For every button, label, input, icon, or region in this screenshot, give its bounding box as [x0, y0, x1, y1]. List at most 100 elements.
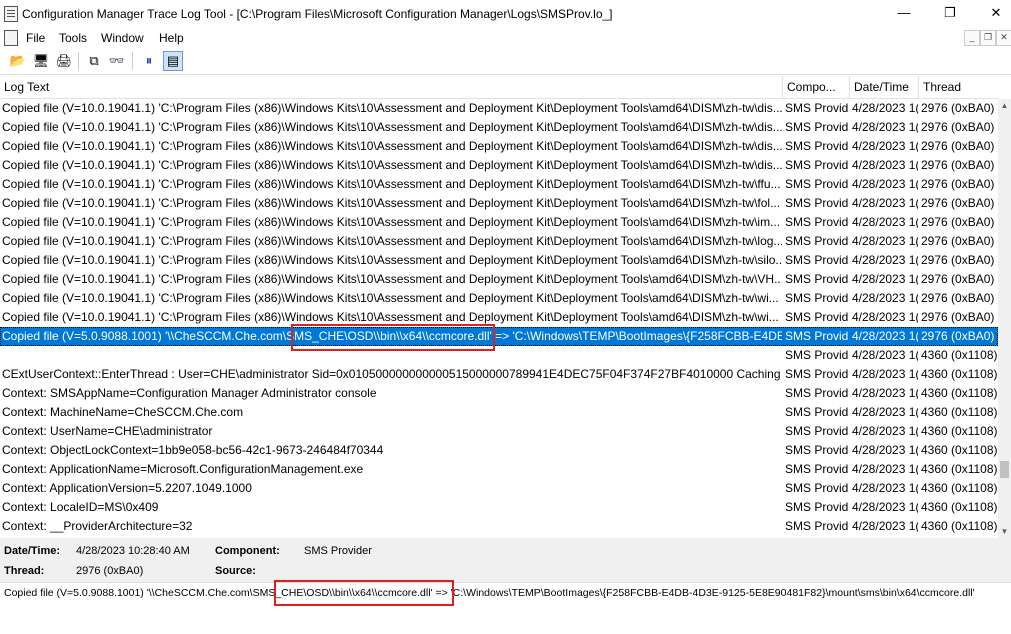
table-row[interactable]: Copied file (V=5.0.9088.1001) '\\CheSCCM… [0, 327, 998, 346]
table-row[interactable]: Copied file (V=10.0.19041.1) 'C:\Program… [0, 137, 998, 156]
cell-thread: 2976 (0xBA0) [921, 329, 995, 343]
toolbar: 📂 🖥 🖨 ⧉ 👓 ⏸ ▤ [0, 48, 1011, 75]
cell-component: SMS Provid [785, 500, 849, 514]
cell-log-text: Copied file (V=10.0.19041.1) 'C:\Program… [2, 120, 782, 134]
table-row[interactable]: Copied file (V=10.0.19041.1) 'C:\Program… [0, 308, 998, 327]
table-row[interactable]: CExtUserContext::EnterThread : User=CHE\… [0, 365, 998, 384]
cell-datetime: 4/28/2023 1( [852, 500, 918, 514]
pause-icon[interactable]: ⏸ [139, 51, 159, 71]
table-row[interactable]: Copied file (V=10.0.19041.1) 'C:\Program… [0, 118, 998, 137]
cell-component: SMS Provid [785, 348, 849, 362]
cell-log-text: Context: SMSAppName=Configuration Manage… [2, 386, 377, 400]
cell-datetime: 4/28/2023 1( [852, 519, 918, 533]
menu-file[interactable]: File [22, 29, 49, 47]
cell-datetime: 4/28/2023 1( [852, 291, 918, 305]
cell-log-text: Copied file (V=10.0.19041.1) 'C:\Program… [2, 158, 782, 172]
menu-window[interactable]: Window [97, 29, 148, 47]
scroll-thumb[interactable] [1000, 461, 1009, 478]
column-header-component[interactable]: Compo... [783, 76, 850, 98]
cell-datetime: 4/28/2023 1( [852, 101, 918, 115]
cell-component: SMS Provid [785, 329, 849, 343]
cell-log-text: Context: ApplicationName=Microsoft.Confi… [2, 462, 364, 476]
window-title: Configuration Manager Trace Log Tool - [… [22, 7, 613, 21]
cell-component: SMS Provid [785, 443, 849, 457]
cell-thread: 2976 (0xBA0) [921, 139, 995, 153]
message-pane[interactable]: Copied file (V=5.0.9088.1001) '\\CheSCCM… [0, 580, 1011, 634]
table-row[interactable]: Context: LocaleID=MS\0x409 SMS Provid 4/28… [0, 498, 998, 517]
cell-log-text: Copied file (V=10.0.19041.1) 'C:\Program… [2, 291, 779, 305]
table-row[interactable]: Copied file (V=10.0.19041.1) 'C:\Program… [0, 213, 998, 232]
cell-log-text: Copied file (V=5.0.9088.1001) '\\CheSCCM… [2, 329, 782, 343]
table-row[interactable]: SMS Provid 4/28/2023 1(4360 (0x1108) [0, 346, 998, 365]
mdi-close-button[interactable]: ✕ [996, 30, 1011, 46]
cell-thread: 2976 (0xBA0) [921, 272, 995, 286]
cell-datetime: 4/28/2023 1( [852, 405, 918, 419]
restore-button[interactable]: ❐ [930, 3, 970, 25]
table-row[interactable]: Context: ApplicationName=Microsoft.Confi… [0, 460, 998, 479]
cell-log-text: Copied file (V=10.0.19041.1) 'C:\Program… [2, 272, 782, 286]
scroll-down-icon[interactable]: ▼ [998, 525, 1011, 539]
table-row[interactable]: Copied file (V=10.0.19041.1) 'C:\Program… [0, 289, 998, 308]
component-label: Component: [215, 545, 280, 557]
scroll-up-icon[interactable]: ▲ [998, 99, 1011, 113]
datetime-value: 4/28/2023 10:28:40 AM [76, 545, 190, 557]
table-row[interactable]: Copied file (V=10.0.19041.1) 'C:\Program… [0, 175, 998, 194]
cell-thread: 2976 (0xBA0) [921, 120, 995, 134]
table-row[interactable]: Context: UserName=CHE\administrator SMS P… [0, 422, 998, 441]
cell-component: SMS Provid [785, 139, 849, 153]
table-row[interactable]: Copied file (V=10.0.19041.1) 'C:\Program… [0, 270, 998, 289]
menu-tools[interactable]: Tools [55, 29, 91, 47]
vertical-scrollbar[interactable]: ▲ ▼ [998, 99, 1011, 539]
table-row[interactable]: Context: ApplicationVersion=5.2207.1049.… [0, 479, 998, 498]
cell-thread: 4360 (0x1108) [921, 519, 998, 533]
cell-log-text [0, 346, 782, 365]
mdi-restore-button[interactable]: ❐ [980, 30, 996, 46]
table-row[interactable]: Context: MachineName=CheSCCM.Che.com SMS … [0, 403, 998, 422]
table-row[interactable]: Context: ObjectLockContext=1bb9e058-bc56… [0, 441, 998, 460]
table-row[interactable]: Copied file (V=10.0.19041.1) 'C:\Program… [0, 156, 998, 175]
cell-datetime: 4/28/2023 1( [852, 386, 918, 400]
close-button[interactable]: ✕ [976, 3, 1011, 25]
details-pane: Date/Time: 4/28/2023 10:28:40 AM Compone… [0, 538, 1011, 582]
cell-log-text: Context: MachineName=CheSCCM.Che.com [2, 405, 244, 419]
cell-log-text: Copied file (V=10.0.19041.1) 'C:\Program… [2, 196, 781, 210]
document-icon [4, 30, 18, 46]
table-row[interactable]: Copied file (V=10.0.19041.1) 'C:\Program… [0, 99, 998, 118]
cell-datetime: 4/28/2023 1( [852, 139, 918, 153]
mdi-minimize-button[interactable]: _ [964, 30, 980, 46]
cell-datetime: 4/28/2023 1( [852, 367, 918, 381]
copy-icon[interactable]: ⧉ [84, 51, 104, 71]
cell-component: SMS Provid [785, 291, 849, 305]
cell-datetime: 4/28/2023 1( [852, 196, 918, 210]
print-preview-icon[interactable]: 🖥 [31, 51, 51, 71]
cell-datetime: 4/28/2023 1( [852, 272, 918, 286]
minimize-button[interactable]: — [884, 3, 924, 25]
table-row[interactable]: Copied file (V=10.0.19041.1) 'C:\Program… [0, 251, 998, 270]
cell-log-text: Copied file (V=10.0.19041.1) 'C:\Program… [2, 139, 782, 153]
column-header-log-text[interactable]: Log Text [0, 76, 783, 98]
cell-datetime: 4/28/2023 1( [852, 329, 918, 343]
cell-datetime: 4/28/2023 1( [852, 120, 918, 134]
cell-thread: 2976 (0xBA0) [921, 310, 995, 324]
cell-log-text: Copied file (V=10.0.19041.1) 'C:\Program… [2, 215, 781, 229]
table-row[interactable]: Copied file (V=10.0.19041.1) 'C:\Program… [0, 232, 998, 251]
highlight-icon[interactable]: ▤ [163, 51, 183, 71]
cell-datetime: 4/28/2023 1( [852, 158, 918, 172]
print-icon[interactable]: 🖨 [54, 51, 74, 71]
table-row[interactable]: Context: SMSAppName=Configuration Manage… [0, 384, 998, 403]
cell-datetime: 4/28/2023 1( [852, 424, 918, 438]
table-row[interactable]: Copied file (V=10.0.19041.1) 'C:\Program… [0, 194, 998, 213]
cell-datetime: 4/28/2023 1( [852, 481, 918, 495]
column-header-thread[interactable]: Thread [919, 76, 998, 98]
open-folder-icon[interactable]: 📂 [8, 51, 28, 71]
find-icon[interactable]: 👓 [107, 51, 127, 71]
cell-thread: 2976 (0xBA0) [921, 215, 995, 229]
menu-help[interactable]: Help [155, 29, 188, 47]
cell-log-text: CExtUserContext::EnterThread : User=CHE\… [2, 367, 782, 381]
cell-thread: 4360 (0x1108) [921, 481, 998, 495]
cell-thread: 2976 (0xBA0) [921, 291, 995, 305]
table-row[interactable]: Context: __ProviderArchitecture=32 SMS Pr… [0, 517, 998, 536]
toolbar-separator [132, 52, 133, 70]
cell-thread: 4360 (0x1108) [921, 443, 998, 457]
column-header-datetime[interactable]: Date/Time [850, 76, 919, 98]
